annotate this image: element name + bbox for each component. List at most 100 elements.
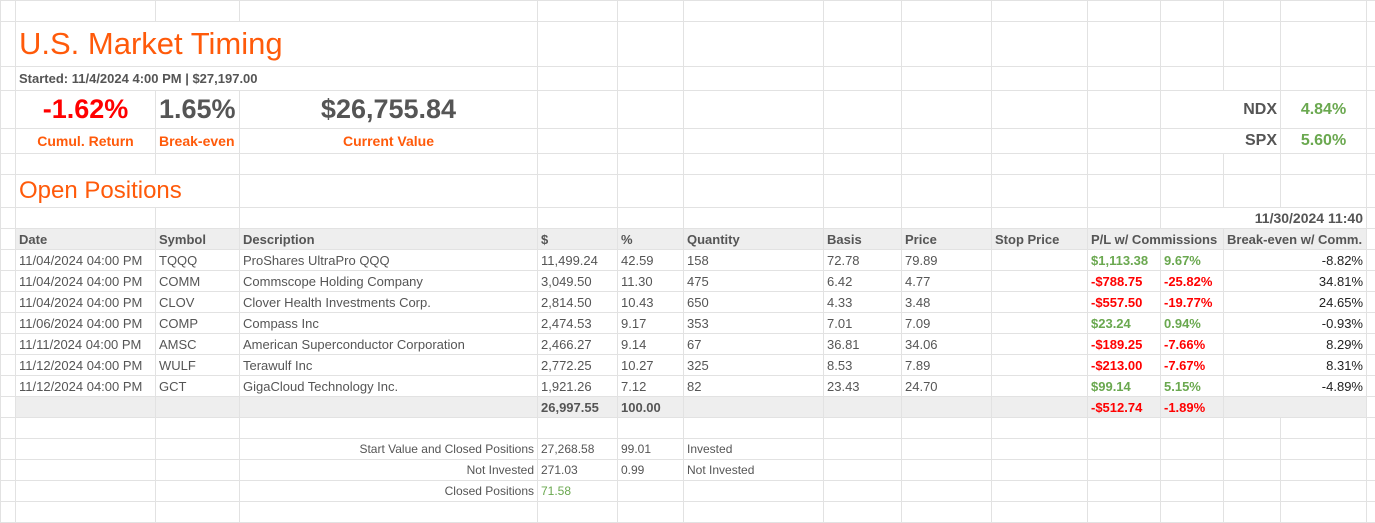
cell-breakeven[interactable]: 24.65% (1224, 292, 1367, 313)
table-row[interactable]: 11/04/2024 04:00 PM TQQQ ProShares Ultra… (1, 250, 1375, 271)
col-pl[interactable]: P/L w/ Commissions (1088, 229, 1224, 250)
cell-pl-percent[interactable]: 0.94% (1161, 313, 1224, 334)
cell-breakeven[interactable]: 8.29% (1224, 334, 1367, 355)
cell-description[interactable]: GigaCloud Technology Inc. (240, 376, 538, 397)
cell-description[interactable]: Terawulf Inc (240, 355, 538, 376)
col-quantity[interactable]: Quantity (684, 229, 824, 250)
table-row[interactable]: 11/12/2024 04:00 PM GCT GigaCloud Techno… (1, 376, 1375, 397)
cell-symbol[interactable]: TQQQ (156, 250, 240, 271)
cell-pl-percent[interactable]: 5.15% (1161, 376, 1224, 397)
cell-basis[interactable]: 23.43 (824, 376, 902, 397)
cell-description[interactable]: American Superconductor Corporation (240, 334, 538, 355)
col-date[interactable]: Date (16, 229, 156, 250)
col-amount[interactable]: $ (538, 229, 618, 250)
cell-symbol[interactable]: GCT (156, 376, 240, 397)
col-stop-price[interactable]: Stop Price (992, 229, 1088, 250)
cell-stop-price[interactable] (992, 313, 1088, 334)
cell-date[interactable]: 11/04/2024 04:00 PM (16, 292, 156, 313)
cell-pl[interactable]: -$788.75 (1088, 271, 1161, 292)
cell-pl-percent[interactable]: -7.66% (1161, 334, 1224, 355)
cell-quantity[interactable]: 82 (684, 376, 824, 397)
cell-description[interactable]: ProShares UltraPro QQQ (240, 250, 538, 271)
cell-breakeven[interactable]: -0.93% (1224, 313, 1367, 334)
cell-description[interactable]: Clover Health Investments Corp. (240, 292, 538, 313)
col-percent[interactable]: % (618, 229, 684, 250)
cell-percent[interactable]: 9.17 (618, 313, 684, 334)
cell-symbol[interactable]: COMP (156, 313, 240, 334)
cell-amount[interactable]: 11,499.24 (538, 250, 618, 271)
cell-breakeven[interactable]: 8.31% (1224, 355, 1367, 376)
cell-percent[interactable]: 10.27 (618, 355, 684, 376)
table-row[interactable]: 11/12/2024 04:00 PM WULF Terawulf Inc 2,… (1, 355, 1375, 376)
cell-quantity[interactable]: 475 (684, 271, 824, 292)
cell-symbol[interactable]: COMM (156, 271, 240, 292)
cell-percent[interactable]: 9.14 (618, 334, 684, 355)
cell-basis[interactable]: 6.42 (824, 271, 902, 292)
cell-date[interactable]: 11/04/2024 04:00 PM (16, 271, 156, 292)
cell-pl-percent[interactable]: -25.82% (1161, 271, 1224, 292)
cell-stop-price[interactable] (992, 292, 1088, 313)
cell-date[interactable]: 11/04/2024 04:00 PM (16, 250, 156, 271)
cell-percent[interactable]: 42.59 (618, 250, 684, 271)
cell-quantity[interactable]: 325 (684, 355, 824, 376)
cell-description[interactable]: Commscope Holding Company (240, 271, 538, 292)
cell-pl[interactable]: -$213.00 (1088, 355, 1161, 376)
cell-pl[interactable]: $23.24 (1088, 313, 1161, 334)
cell-amount[interactable]: 2,466.27 (538, 334, 618, 355)
cell-stop-price[interactable] (992, 271, 1088, 292)
cell-pl[interactable]: -$189.25 (1088, 334, 1161, 355)
cell-date[interactable]: 11/11/2024 04:00 PM (16, 334, 156, 355)
cell-quantity[interactable]: 158 (684, 250, 824, 271)
cell-symbol[interactable]: AMSC (156, 334, 240, 355)
cell-percent[interactable]: 7.12 (618, 376, 684, 397)
cell-pl-percent[interactable]: -19.77% (1161, 292, 1224, 313)
cell-date[interactable]: 11/06/2024 04:00 PM (16, 313, 156, 334)
cell-pl-percent[interactable]: -7.67% (1161, 355, 1224, 376)
cell-pl[interactable]: -$557.50 (1088, 292, 1161, 313)
cell-pl-percent[interactable]: 9.67% (1161, 250, 1224, 271)
cell-symbol[interactable]: CLOV (156, 292, 240, 313)
table-row[interactable]: 11/11/2024 04:00 PM AMSC American Superc… (1, 334, 1375, 355)
cell-amount[interactable]: 3,049.50 (538, 271, 618, 292)
cell-breakeven[interactable]: -8.82% (1224, 250, 1367, 271)
cell-price[interactable]: 7.09 (902, 313, 992, 334)
cell-stop-price[interactable] (992, 355, 1088, 376)
cell-basis[interactable]: 4.33 (824, 292, 902, 313)
cell-amount[interactable]: 2,474.53 (538, 313, 618, 334)
table-row[interactable]: 11/04/2024 04:00 PM COMM Commscope Holdi… (1, 271, 1375, 292)
table-row[interactable]: 11/06/2024 04:00 PM COMP Compass Inc 2,4… (1, 313, 1375, 334)
cell-basis[interactable]: 8.53 (824, 355, 902, 376)
cell-stop-price[interactable] (992, 334, 1088, 355)
cell-stop-price[interactable] (992, 250, 1088, 271)
cell-pl[interactable]: $1,113.38 (1088, 250, 1161, 271)
cell-price[interactable]: 79.89 (902, 250, 992, 271)
cell-basis[interactable]: 36.81 (824, 334, 902, 355)
cell-amount[interactable]: 1,921.26 (538, 376, 618, 397)
cell-stop-price[interactable] (992, 376, 1088, 397)
table-row[interactable]: 11/04/2024 04:00 PM CLOV Clover Health I… (1, 292, 1375, 313)
col-price[interactable]: Price (902, 229, 992, 250)
cell-price[interactable]: 7.89 (902, 355, 992, 376)
cell-price[interactable]: 24.70 (902, 376, 992, 397)
cell-quantity[interactable]: 650 (684, 292, 824, 313)
cell-description[interactable]: Compass Inc (240, 313, 538, 334)
cell-pl[interactable]: $99.14 (1088, 376, 1161, 397)
cell-basis[interactable]: 72.78 (824, 250, 902, 271)
col-breakeven[interactable]: Break-even w/ Comm. (1224, 229, 1367, 250)
cell-price[interactable]: 3.48 (902, 292, 992, 313)
cell-quantity[interactable]: 67 (684, 334, 824, 355)
col-basis[interactable]: Basis (824, 229, 902, 250)
cell-date[interactable]: 11/12/2024 04:00 PM (16, 355, 156, 376)
cell-amount[interactable]: 2,772.25 (538, 355, 618, 376)
cell-amount[interactable]: 2,814.50 (538, 292, 618, 313)
cell-quantity[interactable]: 353 (684, 313, 824, 334)
cell-basis[interactable]: 7.01 (824, 313, 902, 334)
cell-percent[interactable]: 11.30 (618, 271, 684, 292)
cell-price[interactable]: 4.77 (902, 271, 992, 292)
cell-breakeven[interactable]: 34.81% (1224, 271, 1367, 292)
cell-symbol[interactable]: WULF (156, 355, 240, 376)
col-description[interactable]: Description (240, 229, 538, 250)
cell-date[interactable]: 11/12/2024 04:00 PM (16, 376, 156, 397)
cell-percent[interactable]: 10.43 (618, 292, 684, 313)
cell-breakeven[interactable]: -4.89% (1224, 376, 1367, 397)
